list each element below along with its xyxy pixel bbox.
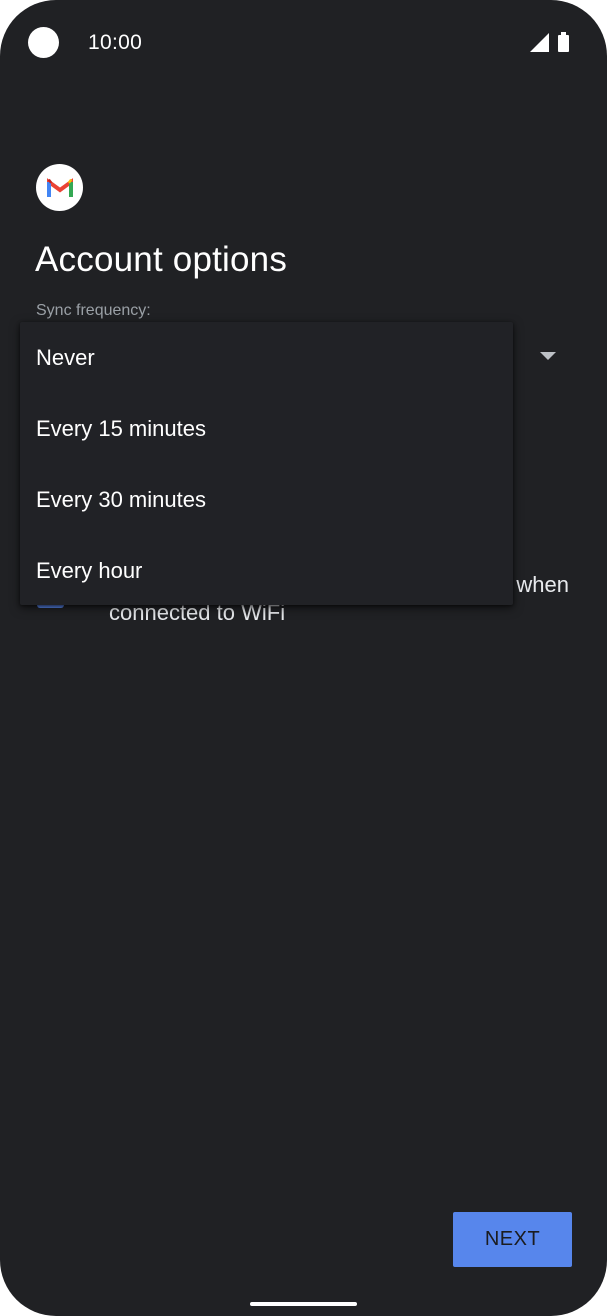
home-indicator[interactable] (250, 1302, 357, 1306)
page-title: Account options (35, 240, 288, 279)
menu-item-every-hour[interactable]: Every hour (20, 535, 513, 606)
gmail-logo-icon (36, 164, 83, 211)
menu-item-every-15-minutes[interactable]: Every 15 minutes (20, 393, 513, 464)
sync-frequency-label: Sync frequency: (36, 302, 151, 319)
sync-frequency-menu: Never Every 15 minutes Every 30 minutes … (20, 322, 513, 605)
battery-icon (558, 32, 569, 52)
next-button[interactable]: NEXT (453, 1212, 572, 1267)
camera-cutout (28, 27, 59, 58)
menu-item-never[interactable]: Never (20, 322, 513, 393)
dropdown-arrow-icon[interactable] (540, 352, 556, 360)
menu-item-every-30-minutes[interactable]: Every 30 minutes (20, 464, 513, 535)
wifi-label-line1: when (516, 572, 569, 597)
signal-icon (530, 33, 549, 52)
status-time: 10:00 (88, 31, 143, 54)
status-icons (530, 32, 569, 52)
phone-screen: 10:00 Account options Sync frequency: wh… (0, 0, 607, 1316)
